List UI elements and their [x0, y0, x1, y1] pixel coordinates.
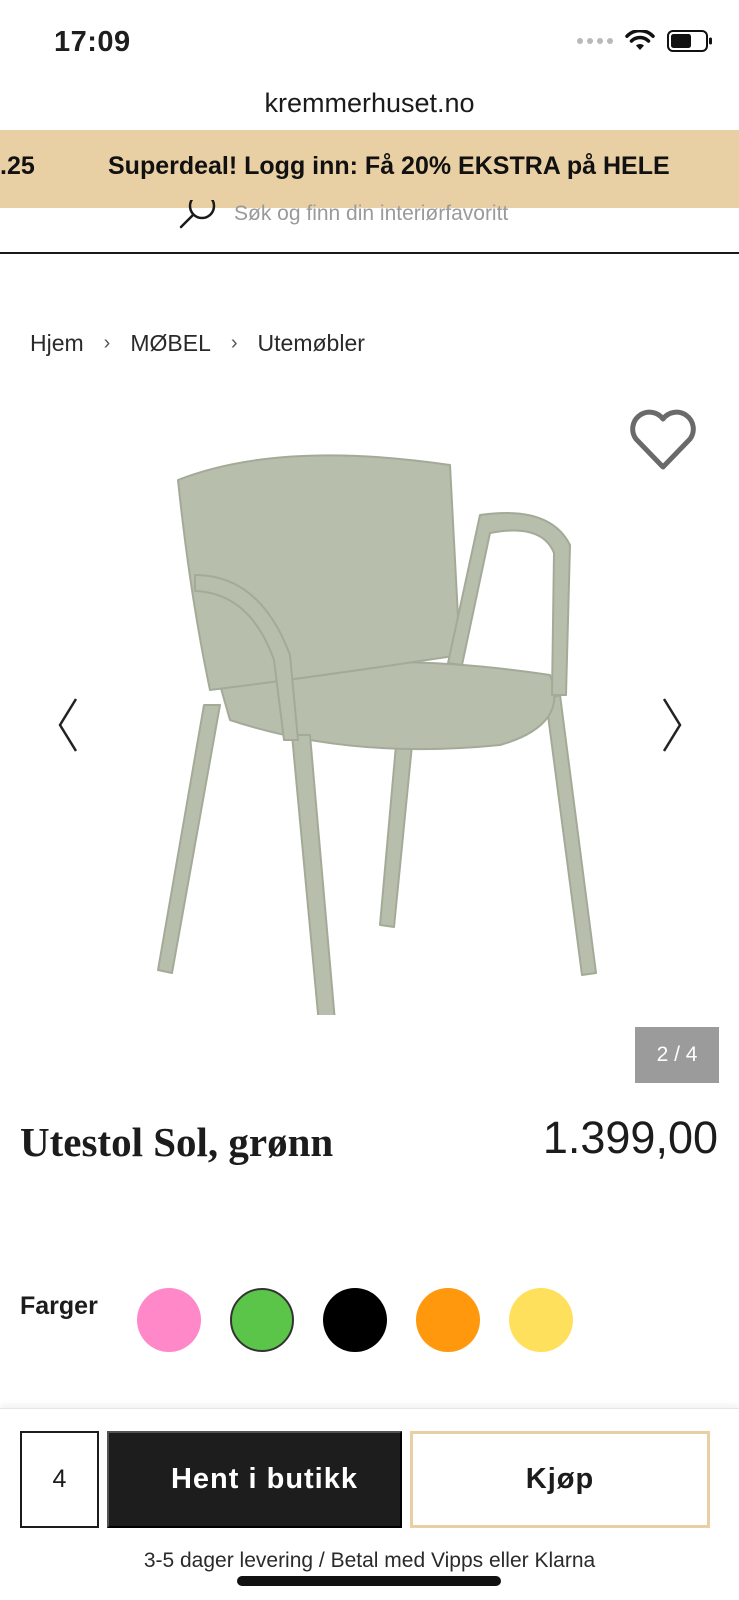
- promo-text: Superdeal! Logg inn: Få 20% EKSTRA på HE…: [108, 152, 670, 180]
- breadcrumb-category[interactable]: MØBEL: [130, 330, 211, 357]
- heart-icon[interactable]: [628, 409, 698, 473]
- battery-icon: [667, 30, 712, 52]
- search-icon: [179, 200, 216, 229]
- color-swatch-black[interactable]: [323, 1288, 387, 1352]
- status-time: 17:09: [54, 26, 131, 58]
- product-title: Utestol Sol, grønn: [20, 1119, 334, 1165]
- colors-label: Farger: [20, 1292, 98, 1320]
- status-icons: [577, 30, 713, 52]
- breadcrumb: Hjem › MØBEL › Utemøbler: [30, 330, 365, 357]
- purchase-bar: 4 Hent i butikk Kjøp 3-5 dager levering …: [0, 1408, 739, 1600]
- color-swatch-yellow[interactable]: [509, 1288, 573, 1352]
- chevron-left-icon[interactable]: [56, 697, 80, 753]
- image-counter: 2 / 4: [635, 1027, 719, 1083]
- promo-banner[interactable]: .25 Superdeal! Logg inn: Få 20% EKSTRA p…: [0, 130, 739, 208]
- wifi-icon: [625, 30, 655, 50]
- pickup-in-store-button[interactable]: Hent i butikk: [107, 1431, 402, 1528]
- search-bar[interactable]: Søk og finn din interiørfavoritt: [0, 198, 739, 254]
- breadcrumb-subcategory[interactable]: Utemøbler: [258, 330, 365, 357]
- promo-fragment: .25: [0, 152, 35, 180]
- status-bar: 17:09: [0, 0, 739, 88]
- search-input[interactable]: Søk og finn din interiørfavoritt: [234, 202, 508, 226]
- signal-icon: [577, 38, 613, 44]
- buy-button[interactable]: Kjøp: [410, 1431, 710, 1528]
- product-image: [157, 454, 597, 1015]
- color-swatch-orange[interactable]: [416, 1288, 480, 1352]
- color-swatch-pink[interactable]: [137, 1288, 201, 1352]
- delivery-info: 3-5 dager levering / Betal med Vipps ell…: [143, 1549, 596, 1572]
- url-bar[interactable]: kremmerhuset.no: [0, 80, 739, 126]
- color-swatch-green[interactable]: [230, 1288, 294, 1352]
- chevron-right-icon: ›: [230, 332, 238, 354]
- home-indicator[interactable]: [237, 1576, 501, 1586]
- color-swatches: [137, 1288, 573, 1352]
- product-gallery[interactable]: 2 / 4: [0, 395, 739, 1085]
- chevron-right-icon[interactable]: [660, 697, 684, 753]
- chevron-right-icon: ›: [103, 332, 111, 354]
- breadcrumb-home[interactable]: Hjem: [30, 330, 84, 357]
- product-price: 1.399,00: [542, 1112, 718, 1163]
- quantity-input[interactable]: 4: [20, 1431, 99, 1528]
